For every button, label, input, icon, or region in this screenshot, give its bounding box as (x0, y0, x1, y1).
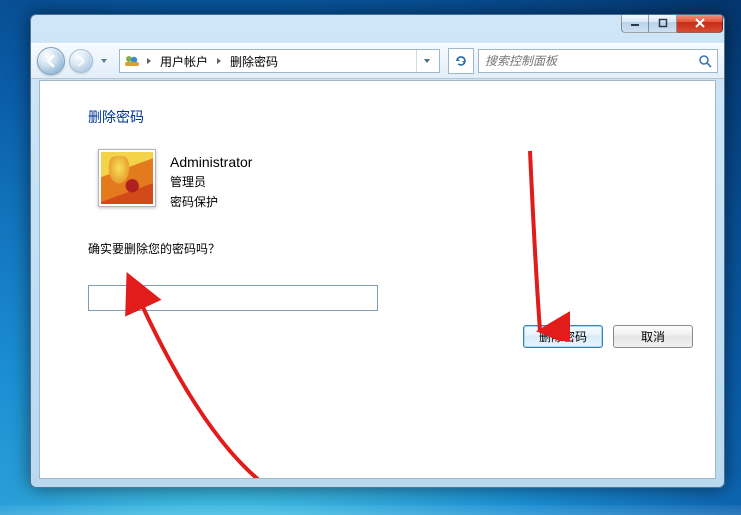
user-info-block: Administrator 管理员 密码保护 (98, 149, 675, 212)
breadcrumb-delete-password[interactable]: 删除密码 (224, 50, 284, 72)
user-accounts-icon (124, 53, 140, 69)
search-box[interactable] (478, 49, 718, 73)
content-area: 删除密码 Administrator 管理员 密码保护 确实要删除您的密码吗？ … (39, 80, 716, 479)
address-bar[interactable]: 用户帐户 删除密码 (119, 49, 440, 73)
avatar-flower-icon (101, 152, 153, 204)
page-title: 删除密码 (88, 107, 675, 127)
caption-buttons (621, 14, 723, 33)
minimize-button[interactable] (621, 14, 649, 33)
nav-history-dropdown[interactable] (97, 50, 111, 72)
delete-password-button[interactable]: 删除密码 (523, 325, 603, 348)
breadcrumb-separator-icon (214, 57, 224, 65)
cancel-button[interactable]: 取消 (613, 325, 693, 348)
nav-back-button[interactable] (37, 47, 65, 75)
search-icon (697, 54, 713, 68)
nav-forward-button[interactable] (69, 49, 93, 73)
breadcrumb-separator-icon (144, 57, 154, 65)
account-password-status: 密码保护 (170, 193, 252, 212)
desktop-taskbar-hint (0, 505, 741, 515)
account-role: 管理员 (170, 173, 252, 192)
titlebar (31, 15, 724, 43)
address-dropdown-button[interactable] (416, 50, 437, 72)
control-panel-window: 用户帐户 删除密码 (30, 14, 725, 488)
account-name: Administrator (170, 151, 252, 173)
search-input[interactable] (483, 53, 697, 69)
refresh-button[interactable] (448, 48, 474, 74)
breadcrumb-user-accounts[interactable]: 用户帐户 (154, 50, 214, 72)
navigation-bar: 用户帐户 删除密码 (31, 43, 724, 79)
avatar (98, 149, 156, 207)
maximize-button[interactable] (649, 14, 677, 33)
confirm-prompt: 确实要删除您的密码吗？ (88, 240, 675, 257)
current-password-field[interactable] (88, 285, 378, 311)
close-button[interactable] (677, 14, 723, 33)
dialog-button-row: 删除密码 取消 (523, 325, 693, 348)
